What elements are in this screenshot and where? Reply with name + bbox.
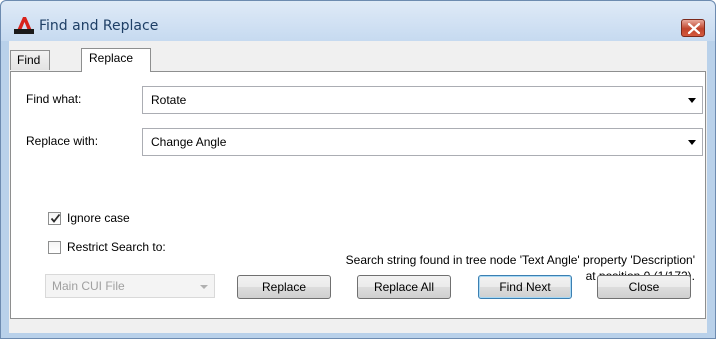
status-line-1: Search string found in tree node 'Text A…	[345, 253, 695, 267]
close-button[interactable]: Close	[597, 275, 691, 299]
checkmark-icon	[50, 213, 61, 223]
find-replace-dialog: Find and Replace Find Replace Find what:…	[0, 0, 716, 339]
restrict-target-value: Main CUI File	[52, 279, 125, 293]
find-next-button[interactable]: Find Next	[478, 275, 572, 299]
chevron-down-icon[interactable]	[688, 140, 696, 145]
ignore-case-checkbox[interactable]	[48, 212, 61, 225]
find-what-label: Find what:	[26, 92, 82, 106]
ignore-case-label[interactable]: Ignore case	[67, 211, 130, 225]
restrict-target-dropdown: Main CUI File	[45, 274, 215, 298]
restrict-search-checkbox[interactable]	[48, 241, 61, 254]
replace-button[interactable]: Replace	[237, 275, 331, 299]
close-window-button[interactable]	[681, 19, 705, 37]
chevron-down-icon	[200, 285, 208, 289]
find-what-value: Rotate	[151, 93, 187, 107]
replace-with-value: Change Angle	[151, 135, 227, 149]
title-bar[interactable]: Find and Replace	[1, 1, 715, 41]
find-what-input[interactable]: Rotate	[142, 86, 703, 114]
close-x-icon	[688, 23, 700, 34]
autocad-a-icon	[14, 17, 34, 34]
tab-replace[interactable]: Replace	[81, 48, 151, 72]
dialog-body: Find Replace Find what: Rotate Replace w…	[9, 41, 707, 333]
restrict-search-label[interactable]: Restrict Search to:	[67, 240, 166, 254]
window-title: Find and Replace	[39, 18, 159, 34]
replace-with-input[interactable]: Change Angle	[142, 128, 703, 156]
tab-find[interactable]: Find	[10, 50, 50, 70]
replace-all-button[interactable]: Replace All	[357, 275, 451, 299]
chevron-down-icon[interactable]	[688, 98, 696, 103]
replace-with-label: Replace with:	[26, 134, 99, 148]
